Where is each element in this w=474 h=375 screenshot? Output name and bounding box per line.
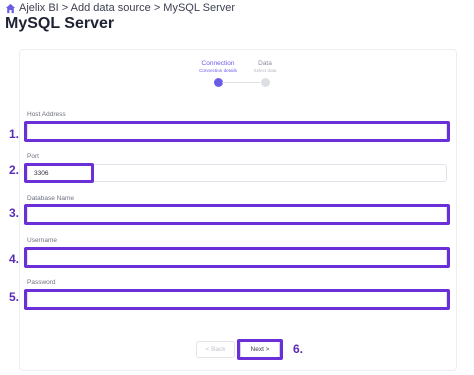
host-address-label: Host Address (27, 111, 66, 118)
port-label: Port (27, 153, 39, 160)
step-data-label: Data (258, 60, 272, 67)
password-input[interactable] (27, 290, 447, 308)
step-data: Data Select data (225, 60, 305, 87)
username-label: Username (27, 237, 57, 244)
database-name-label: Database Name (27, 195, 74, 202)
username-input[interactable] (27, 248, 447, 266)
port-input[interactable] (27, 164, 447, 182)
marker-port: 2. (9, 163, 20, 177)
home-icon[interactable] (5, 3, 16, 14)
step-data-dot (260, 78, 270, 87)
next-button[interactable]: Next > (240, 341, 280, 358)
host-address-input[interactable] (27, 122, 447, 140)
back-button[interactable]: < Back (196, 341, 235, 358)
marker-database: 3. (9, 206, 20, 220)
marker-password: 5. (9, 290, 20, 304)
step-data-sub: Select data (253, 68, 277, 73)
page-title: MySQL Server (5, 15, 115, 32)
breadcrumb: Ajelix BI > Add data source > MySQL Serv… (5, 1, 235, 15)
marker-host: 1. (9, 127, 20, 141)
marker-next: 6. (293, 342, 304, 356)
marker-username: 4. (9, 252, 20, 266)
database-name-input[interactable] (27, 206, 447, 224)
password-label: Password (27, 279, 56, 286)
breadcrumb-text[interactable]: Ajelix BI > Add data source > MySQL Serv… (19, 2, 235, 14)
